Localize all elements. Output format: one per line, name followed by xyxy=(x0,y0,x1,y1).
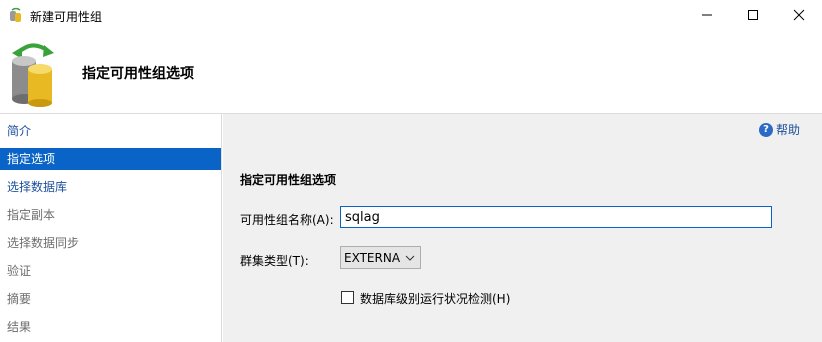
minimize-button[interactable] xyxy=(684,0,730,30)
sidebar-item-intro[interactable]: 简介 xyxy=(0,120,221,142)
group-name-label: 可用性组名称(A): xyxy=(240,213,334,227)
minimize-icon xyxy=(702,14,712,16)
section-title: 指定可用性组选项 xyxy=(240,173,337,187)
help-link[interactable]: ? 帮助 xyxy=(758,121,800,138)
sidebar-item-summary: 摘要 xyxy=(7,292,32,306)
wizard-header: 指定可用性组选项 xyxy=(0,31,822,113)
close-button[interactable] xyxy=(776,0,822,30)
help-label: 帮助 xyxy=(775,123,800,137)
chevron-down-icon xyxy=(405,255,415,261)
sidebar-item-select-databases[interactable]: 选择数据库 xyxy=(0,176,221,198)
health-check-checkbox[interactable] xyxy=(341,291,354,304)
cluster-type-label: 群集类型(T): xyxy=(240,254,309,268)
window-title: 新建可用性组 xyxy=(30,10,103,24)
sidebar-item-specify-replicas: 指定副本 xyxy=(7,208,56,222)
title-bar: 新建可用性组 xyxy=(0,0,822,31)
cluster-type-value: EXTERNAL xyxy=(344,250,401,265)
close-icon xyxy=(793,9,805,21)
sidebar-item-results: 结果 xyxy=(7,320,32,334)
wizard-sidebar: 简介 指定选项 选择数据库 指定副本 选择数据同步 验证 摘要 结果 xyxy=(0,114,222,342)
sidebar-item-data-sync: 选择数据同步 xyxy=(7,236,80,250)
maximize-icon xyxy=(748,10,758,20)
sidebar-item-validation: 验证 xyxy=(7,264,32,278)
help-icon: ? xyxy=(758,122,773,137)
availability-group-database-icon xyxy=(12,43,54,107)
health-check-label: 数据库级别运行状况检测(H) xyxy=(360,292,511,306)
sidebar-item-specify-options[interactable]: 指定选项 xyxy=(0,148,221,170)
main-panel: ? 帮助 指定可用性组选项 可用性组名称(A): 群集类型(T): EXTERN… xyxy=(223,114,822,342)
page-title: 指定可用性组选项 xyxy=(82,66,194,82)
group-name-input[interactable] xyxy=(340,206,772,228)
cluster-type-select[interactable]: EXTERNAL xyxy=(340,246,421,269)
maximize-button[interactable] xyxy=(730,0,776,30)
app-icon xyxy=(10,7,21,22)
